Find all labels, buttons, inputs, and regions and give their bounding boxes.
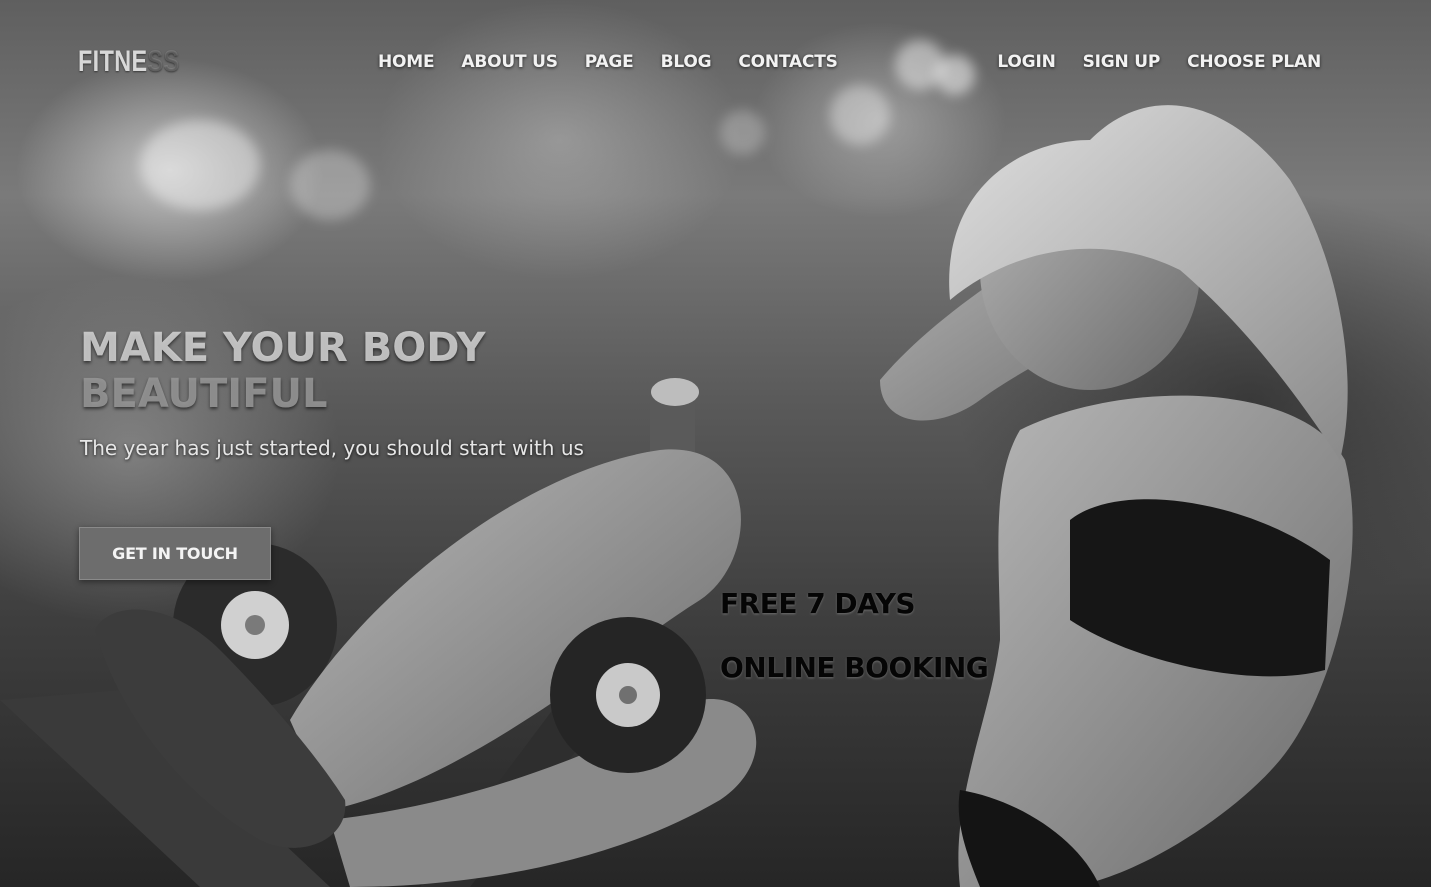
nav-link-about-us[interactable]: ABOUT US [461, 44, 558, 80]
nav-link-login[interactable]: LOGIN [997, 44, 1055, 80]
nav-link-blog[interactable]: BLOG [661, 44, 712, 80]
logo-text: FITNE [78, 45, 148, 78]
promo-online-booking: ONLINE BOOKING [720, 651, 989, 684]
nav-link-contacts[interactable]: CONTACTS [738, 44, 838, 80]
promo-free-trial: FREE 7 DAYS [720, 587, 916, 620]
primary-nav: HOME ABOUT US PAGE BLOG CONTACTS [378, 44, 838, 80]
nav-link-home[interactable]: HOME [378, 44, 435, 80]
hero-title: MAKE YOUR BODY BEAUTIFUL [80, 325, 540, 417]
account-nav: LOGIN SIGN UP CHOOSE PLAN [997, 44, 1321, 80]
get-in-touch-button[interactable]: GET IN TOUCH [79, 527, 271, 580]
bokeh-light [720, 110, 765, 155]
nav-link-choose-plan[interactable]: CHOOSE PLAN [1187, 44, 1321, 80]
top-navbar: FITNESS HOME ABOUT US PAGE BLOG CONTACTS… [0, 44, 1431, 80]
nav-link-page[interactable]: PAGE [585, 44, 634, 80]
hero-title-line-1: MAKE YOUR BODY [80, 325, 486, 371]
bokeh-light [830, 85, 890, 145]
bokeh-light [290, 150, 370, 220]
landing-page: FITNESS HOME ABOUT US PAGE BLOG CONTACTS… [0, 0, 1431, 887]
nav-link-sign-up[interactable]: SIGN UP [1083, 44, 1161, 80]
logo-text-faded: SS [147, 45, 180, 78]
hero-title-line-2: BEAUTIFUL [80, 371, 328, 417]
bokeh-light [140, 120, 260, 210]
site-logo[interactable]: FITNESS [78, 44, 180, 80]
hero-subtitle: The year has just started, you should st… [80, 436, 584, 460]
